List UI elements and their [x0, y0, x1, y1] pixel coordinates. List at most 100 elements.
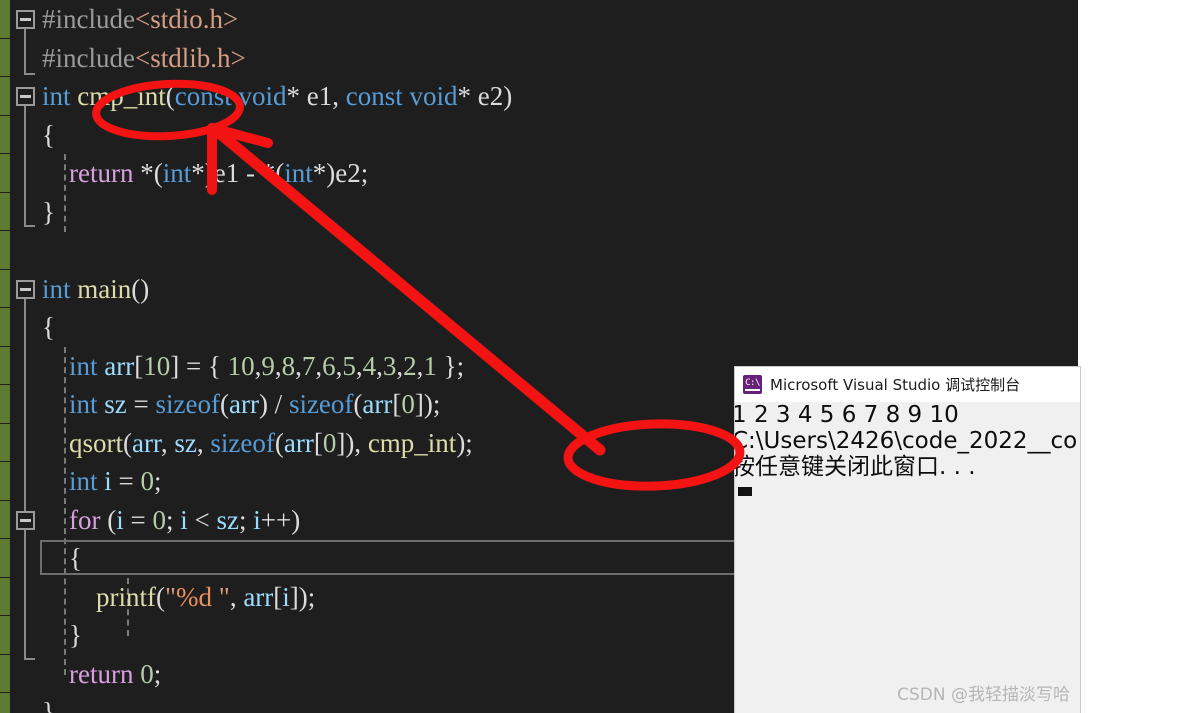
- token: ]),: [336, 427, 368, 458]
- token: arr: [104, 350, 135, 381]
- token: ": [165, 581, 177, 612]
- token: i: [253, 504, 261, 535]
- token: ): [503, 81, 513, 111]
- code-line[interactable]: int main(): [42, 270, 1078, 309]
- token: sz: [174, 427, 197, 458]
- console-cursor: [738, 487, 752, 496]
- code-line[interactable]: #include<stdlib.h>: [42, 39, 1078, 78]
- token: ;: [360, 158, 369, 188]
- token: =: [126, 389, 156, 419]
- token: ++): [260, 504, 301, 535]
- debug-console-window[interactable]: C:\ Microsoft Visual Studio 调试控制台 1 2 3 …: [735, 367, 1080, 713]
- token: qsort: [42, 427, 123, 458]
- token: int: [42, 273, 78, 304]
- token: [: [273, 581, 283, 612]
- code-line[interactable]: #include<stdio.h>: [42, 0, 1078, 39]
- change-bar: [0, 616, 10, 655]
- token: =: [111, 466, 141, 496]
- token: [: [313, 427, 323, 458]
- code-line[interactable]: int cmp_int(const void* e1, const void* …: [42, 77, 1078, 116]
- token: ,: [196, 427, 211, 458]
- code-line[interactable]: return *(int*)e1 - *(int*)e2;: [42, 154, 1078, 193]
- token: ,: [332, 81, 346, 111]
- console-title-text: Microsoft Visual Studio 调试控制台: [770, 376, 1021, 394]
- token: void: [409, 81, 458, 111]
- token: e2: [477, 81, 504, 111]
- console-title-bar[interactable]: C:\ Microsoft Visual Studio 调试控制台: [735, 367, 1080, 402]
- token: e1: [213, 158, 240, 188]
- token: int: [42, 81, 78, 111]
- token: (: [219, 389, 229, 419]
- token: e2: [335, 158, 361, 188]
- token: 4: [362, 350, 377, 381]
- token: (: [274, 427, 284, 458]
- change-bar: [0, 693, 10, 713]
- token: }: [42, 196, 55, 227]
- change-bar: [0, 500, 10, 539]
- token: 0: [140, 466, 155, 496]
- token: arr: [243, 581, 274, 612]
- token: ;: [153, 658, 162, 689]
- change-bar: [0, 192, 10, 231]
- token: #include: [42, 4, 135, 34]
- console-output-area[interactable]: 1 2 3 4 5 6 7 8 9 10 C:\Users\2426\code_…: [735, 402, 1080, 713]
- token: ] = {: [170, 350, 228, 381]
- outlining-column[interactable]: [10, 0, 42, 713]
- token: for: [42, 504, 108, 535]
- csdn-watermark: CSDN @我轻描淡写哈: [897, 685, 1070, 705]
- token: ;: [165, 504, 181, 535]
- token: 5: [342, 350, 356, 381]
- token: int: [162, 158, 192, 188]
- token: [: [134, 350, 144, 381]
- token-cmp-int-name: cmp_int: [77, 81, 166, 111]
- fold-toggle-main[interactable]: [16, 280, 35, 299]
- token: int: [284, 158, 313, 188]
- console-output-line: 按任意键关闭此窗口. . .: [735, 454, 976, 480]
- console-output-line: C:\Users\2426\code_2022__co: [735, 428, 1078, 454]
- token: ;: [154, 466, 162, 496]
- token: }: [42, 697, 55, 713]
- change-bar: [0, 269, 10, 308]
- token: <stdlib.h>: [134, 42, 246, 73]
- token: *: [286, 81, 307, 111]
- token: 1: [423, 350, 437, 381]
- token: *): [191, 158, 214, 188]
- token-cmp-int-arg: cmp_int: [367, 427, 457, 458]
- fold-toggle-include[interactable]: [16, 10, 35, 29]
- token: ,: [274, 350, 282, 381]
- token: #include: [42, 42, 135, 73]
- code-line[interactable]: }: [42, 193, 1078, 232]
- token: i: [104, 466, 112, 496]
- token: (): [131, 273, 150, 304]
- change-bar: [0, 462, 10, 501]
- token: 0: [401, 389, 415, 419]
- change-bar: [0, 577, 10, 616]
- fold-toggle-cmp-int[interactable]: [16, 87, 35, 106]
- fold-toggle-for-loop[interactable]: [16, 511, 35, 530]
- token: <stdio.h>: [134, 4, 239, 34]
- token: (: [165, 81, 175, 111]
- console-app-icon: C:\: [743, 375, 762, 394]
- change-bar-column: [0, 0, 10, 713]
- code-line[interactable]: {: [42, 116, 1078, 155]
- token: int: [42, 350, 105, 381]
- token: 7: [301, 350, 316, 381]
- code-line-blank[interactable]: [42, 231, 1078, 270]
- token: ,: [376, 350, 383, 381]
- change-bar: [0, 154, 10, 193]
- token: return: [42, 658, 141, 689]
- token: sz: [104, 389, 127, 419]
- token: ": [212, 581, 230, 612]
- token: (: [107, 504, 117, 535]
- code-line[interactable]: {: [42, 308, 1078, 347]
- token: return: [42, 158, 141, 188]
- token-main-name: main: [77, 273, 132, 304]
- token: 0: [140, 658, 154, 689]
- token: int: [42, 389, 105, 419]
- token: arr: [228, 389, 259, 419]
- token: -: [239, 158, 262, 188]
- change-bar: [0, 38, 10, 77]
- token: 0: [152, 504, 166, 535]
- token: {: [42, 119, 55, 150]
- token: arr: [283, 427, 314, 458]
